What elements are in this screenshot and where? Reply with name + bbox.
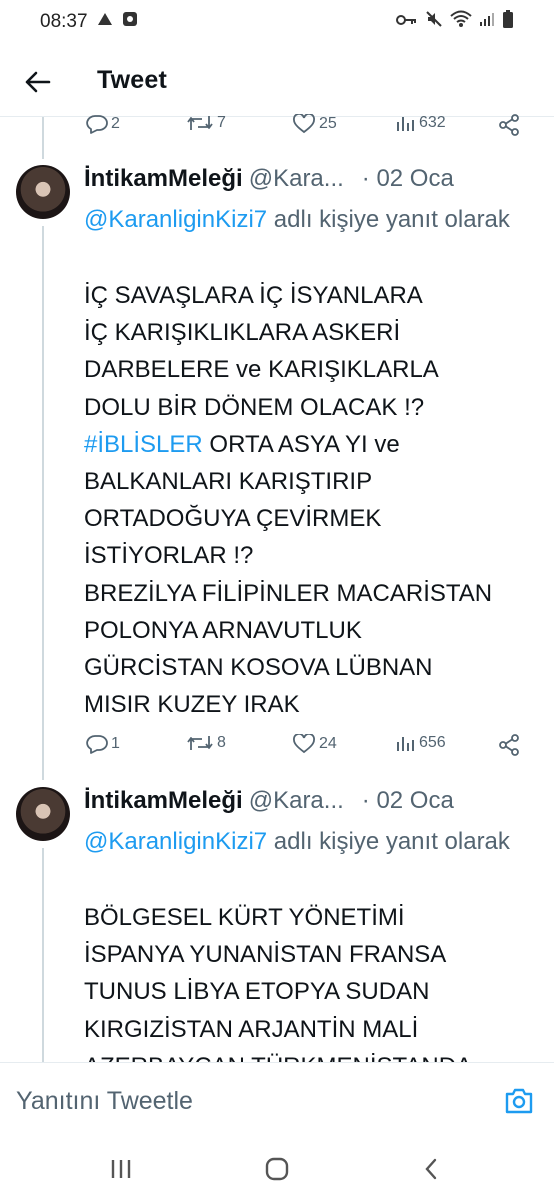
recent-apps-icon (111, 1160, 131, 1178)
author-handle[interactable]: @Kara... (249, 165, 344, 193)
retweet-button[interactable]: 8 (186, 734, 226, 752)
reply-to-suffix: adlı kişiye yanıt olarak (267, 828, 510, 855)
retweet-icon (187, 736, 213, 750)
share-icon (499, 114, 519, 136)
page-title: Tweet (97, 66, 167, 94)
tweet-header: İntikamMeleği @Kara... · 02 Oca (84, 165, 454, 193)
share-icon (499, 734, 519, 756)
thread-line (42, 117, 44, 159)
mute-icon (425, 10, 443, 34)
retweet-button[interactable]: 7 (186, 114, 226, 132)
share-button[interactable] (498, 734, 520, 756)
wifi-icon (450, 10, 472, 34)
views-count: 656 (419, 734, 446, 751)
camera-icon (505, 1088, 533, 1114)
chevron-left-icon (425, 1158, 437, 1180)
reply-context: @KaranliginKizi7 adlı kişiye yanıt olara… (84, 823, 524, 860)
views-icon (397, 117, 414, 131)
author-name[interactable]: İntikamMeleği (84, 165, 243, 193)
battery-icon (502, 10, 514, 34)
tweet-text-part: İÇ SAVAŞLARA İÇ İSYANLARA İÇ KARIŞIKLIKL… (84, 282, 439, 421)
arrow-left-icon (25, 71, 51, 93)
tweet-header: İntikamMeleği @Kara... · 02 Oca (84, 787, 454, 815)
recent-apps-button[interactable] (104, 1152, 138, 1186)
retweet-icon (187, 116, 213, 130)
camera-button[interactable] (504, 1087, 534, 1117)
tweet-text: İÇ SAVAŞLARA İÇ İSYANLARA İÇ KARIŞIKLIKL… (84, 277, 544, 723)
views-button[interactable]: 632 (396, 114, 446, 132)
views-count: 632 (419, 114, 446, 131)
views-icon (397, 737, 414, 751)
reply-context: @KaranliginKizi7 adlı kişiye yanıt olara… (84, 201, 524, 238)
reply-count: 2 (111, 115, 120, 132)
status-right (396, 10, 514, 34)
tweet-text: BÖLGESEL KÜRT YÖNETİMİ İSPANYA YUNANİSTA… (84, 904, 472, 1062)
status-left: 08:37 (40, 11, 138, 33)
reply-input[interactable]: Yanıtını Tweetle (16, 1087, 193, 1116)
back-button[interactable] (22, 66, 54, 98)
author-name[interactable]: İntikamMeleği (84, 787, 243, 815)
views-button[interactable]: 656 (396, 734, 446, 752)
retweet-count: 7 (217, 114, 226, 131)
tweet-date[interactable]: · 02 Oca (362, 165, 454, 193)
share-button[interactable] (498, 114, 520, 136)
like-button[interactable]: 25 (292, 114, 337, 134)
author-handle[interactable]: @Kara... (249, 787, 344, 815)
tweet-text-part: ORTA ASYA YI ve BALKANLARI KARIŞTIRIP OR… (84, 430, 493, 719)
reply-to-link[interactable]: @KaranliginKizi7 (84, 206, 267, 233)
do-not-disturb-icon (96, 11, 114, 33)
reply-button[interactable]: 1 (86, 734, 120, 754)
tweet-date[interactable]: · 02 Oca (362, 787, 454, 815)
like-count: 25 (319, 115, 337, 132)
tweet[interactable]: İntikamMeleği @Kara... · 02 Oca @Karanli… (0, 787, 554, 1062)
hashtag-link[interactable]: #İBLİSLER (84, 431, 203, 458)
like-count: 24 (319, 735, 337, 752)
home-icon (265, 1157, 289, 1181)
app-notification-icon (122, 11, 138, 33)
status-time: 08:37 (40, 11, 88, 32)
reply-icon (86, 115, 108, 134)
key-icon (396, 11, 418, 33)
signal-icon (479, 11, 495, 33)
like-button[interactable]: 24 (292, 734, 337, 754)
tweet[interactable]: İntikamMeleği @Kara... · 02 Oca @Karanli… (0, 165, 554, 765)
previous-tweet-actions: 2 7 25 632 (86, 110, 526, 140)
back-nav-button[interactable] (414, 1152, 448, 1186)
avatar[interactable] (16, 165, 70, 219)
home-button[interactable] (260, 1152, 294, 1186)
top-app-bar: Tweet (0, 52, 554, 112)
reply-button[interactable]: 2 (86, 114, 120, 134)
heart-icon (293, 114, 315, 134)
reply-composer: Yanıtını Tweetle (0, 1062, 554, 1138)
avatar[interactable] (16, 787, 70, 841)
heart-icon (293, 734, 315, 754)
reply-to-link[interactable]: @KaranliginKizi7 (84, 828, 267, 855)
reply-count: 1 (111, 735, 120, 752)
tweet-actions: 1 8 24 656 (86, 730, 526, 760)
reply-icon (86, 735, 108, 754)
system-navigation-bar (0, 1138, 554, 1200)
reply-to-suffix: adlı kişiye yanıt olarak (267, 206, 510, 233)
status-bar: 08:37 (0, 0, 554, 44)
retweet-count: 8 (217, 734, 226, 751)
